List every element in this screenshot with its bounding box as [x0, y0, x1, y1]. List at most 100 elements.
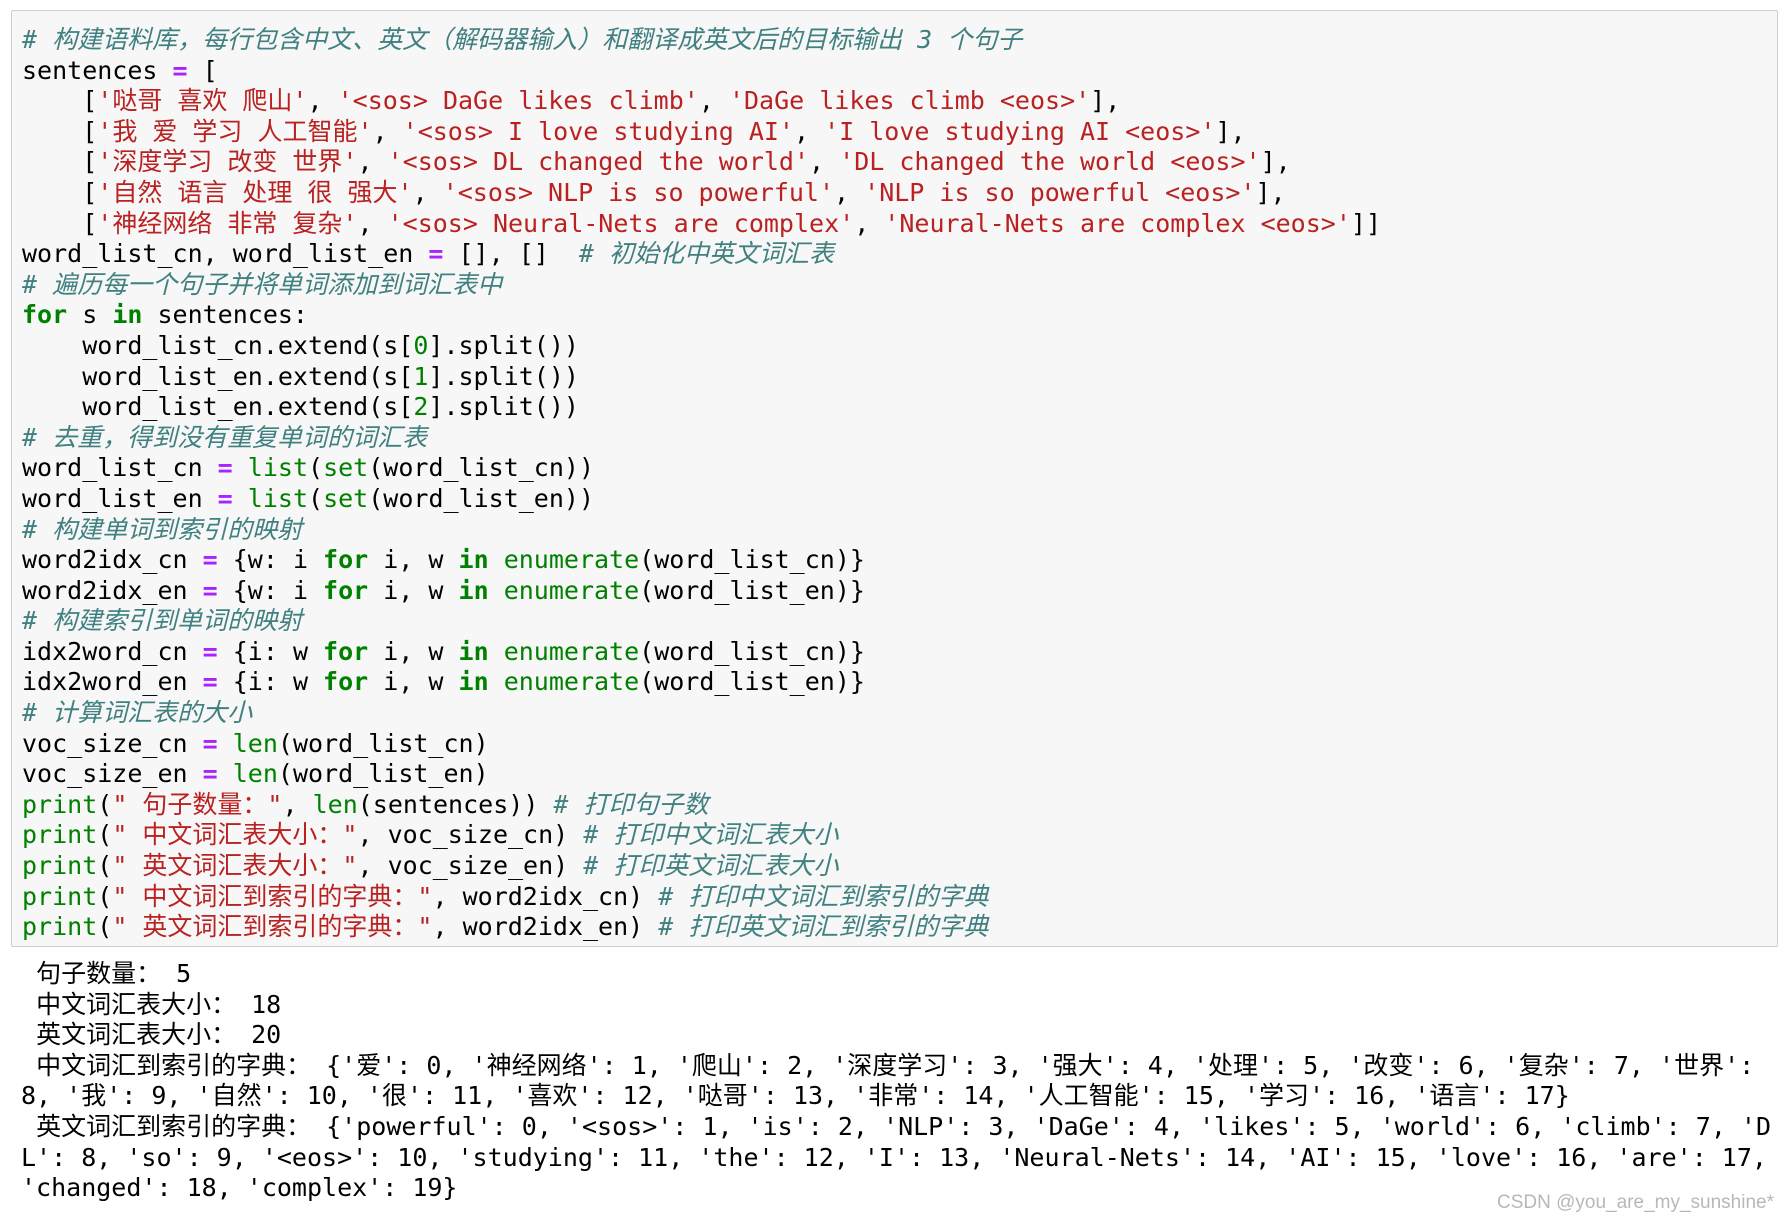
code-token: '自然 语言 处理 很 强大': [97, 177, 413, 207]
code-token: [: [22, 177, 98, 207]
code-line: print(" 中文词汇到索引的字典：", word2idx_cn) # 打印中…: [22, 882, 1381, 913]
code-line: word_list_cn, word_list_en = [], [] # 初始…: [22, 239, 1381, 270]
code-token: '深度学习 改变 世界': [97, 147, 358, 177]
code-token: (word_list_en)): [368, 483, 595, 513]
code-token: ],: [1260, 147, 1291, 177]
code-token: , voc_size_en): [357, 851, 584, 881]
code-token: 'DL changed the world <eos>': [839, 147, 1261, 177]
code-token: word_list_cn: [22, 453, 218, 483]
code-token: in: [458, 667, 489, 697]
code-token: ].split()): [428, 330, 579, 360]
code-line: word_list_cn = list(set(word_list_cn)): [22, 453, 1381, 484]
code-token: =: [202, 545, 218, 575]
code-token: [: [22, 208, 98, 238]
code-token: ,: [698, 86, 729, 116]
code-line: print(" 英文词汇表大小：", voc_size_en) # 打印英文词汇…: [22, 851, 1381, 882]
code-token: for: [22, 300, 68, 330]
code-token: , word2idx_cn): [432, 881, 659, 911]
code-token: ,: [809, 147, 840, 177]
code-token: ].split()): [428, 392, 579, 422]
code-token: ,: [372, 116, 403, 146]
code-token: len: [312, 789, 358, 819]
code-cell[interactable]: # 构建语料库，每行包含中文、英文（解码器输入）和翻译成英文后的目标输出 3 个…: [11, 10, 1778, 947]
code-token: {w: i: [217, 575, 324, 605]
code-token: for: [323, 636, 369, 666]
code-token: i, w: [368, 575, 459, 605]
code-token: {i: w: [217, 667, 324, 697]
code-token: ],: [1255, 177, 1286, 207]
code-token: =: [172, 55, 188, 85]
code-line: ['我 爱 学习 人工智能', '<sos> I love studying A…: [22, 117, 1381, 148]
code-token: 0: [413, 330, 429, 360]
code-token: in: [458, 575, 489, 605]
code-token: (: [97, 820, 113, 850]
code-token: # 打印英文词汇表大小: [583, 851, 839, 881]
code-token: '我 爱 学习 人工智能': [97, 116, 373, 146]
code-line: word_list_en.extend(s[1].split()): [22, 362, 1381, 393]
code-token: # 打印中文词汇到索引的字典: [658, 881, 989, 911]
code-token: i, w: [368, 545, 459, 575]
code-token: {w: i: [217, 545, 324, 575]
output-line: 英文词汇到索引的字典： {'powerful': 0, '<sos>': 1, …: [21, 1111, 1783, 1203]
code-token: word_list_en.extend(s[: [22, 392, 414, 422]
code-token: (sentences)): [357, 789, 554, 819]
code-token: ,: [357, 208, 388, 238]
code-token: '<sos> Neural-Nets are complex': [387, 208, 855, 238]
code-token: [], []: [443, 239, 579, 269]
code-token: idx2word_cn: [22, 636, 203, 666]
code-token: # 遍历每一个句子并将单词添加到词汇表中: [22, 269, 503, 299]
code-token: " 英文词汇表大小：": [112, 851, 358, 881]
code-line: word2idx_cn = {w: i for i, w in enumerat…: [22, 545, 1381, 576]
code-token: =: [202, 575, 218, 605]
code-token: 'NLP is so powerful <eos>': [864, 177, 1256, 207]
code-token: set: [323, 453, 369, 483]
code-token: '神经网络 非常 复杂': [97, 208, 358, 238]
code-token: '<sos> DaGe likes climb': [337, 86, 699, 116]
code-token: enumerate: [503, 667, 640, 697]
code-token: word2idx_cn: [22, 545, 203, 575]
code-token: print: [22, 789, 98, 819]
code-line: print(" 中文词汇表大小：", voc_size_cn) # 打印中文词汇…: [22, 820, 1381, 851]
code-token: '<sos> I love studying AI': [402, 116, 794, 146]
code-token: enumerate: [503, 636, 640, 666]
code-token: =: [202, 728, 218, 758]
code-line: voc_size_en = len(word_list_en): [22, 759, 1381, 790]
code-token: (word_list_cn): [277, 728, 489, 758]
code-token: (: [308, 483, 324, 513]
code-token: in: [458, 636, 489, 666]
code-token: word2idx_en: [22, 575, 203, 605]
code-token: [: [187, 55, 218, 85]
code-token: i, w: [368, 667, 459, 697]
code-editor[interactable]: # 构建语料库，每行包含中文、英文（解码器输入）和翻译成英文后的目标输出 3 个…: [22, 25, 1381, 943]
code-token: ,: [834, 177, 865, 207]
code-token: 1: [413, 361, 429, 391]
code-token: =: [428, 239, 444, 269]
code-token: # 打印中文词汇表大小: [583, 820, 839, 850]
code-line: word_list_cn.extend(s[0].split()): [22, 331, 1381, 362]
code-line: voc_size_cn = len(word_list_cn): [22, 729, 1381, 760]
code-token: " 中文词汇到索引的字典：": [112, 881, 433, 911]
code-token: list: [247, 483, 309, 513]
cell-output: 句子数量： 5 中文词汇表大小： 18 英文词汇表大小： 20 中文词汇到索引的…: [21, 959, 1773, 1204]
code-token: enumerate: [503, 575, 640, 605]
code-token: sentences: [22, 55, 173, 85]
code-token: len: [232, 728, 278, 758]
code-token: '<sos> NLP is so powerful': [442, 177, 835, 207]
code-token: for: [323, 545, 369, 575]
output-line: 英文词汇表大小： 20: [21, 1020, 282, 1050]
code-token: =: [202, 636, 218, 666]
code-token: " 中文词汇表大小：": [112, 820, 358, 850]
code-token: ],: [1090, 86, 1121, 116]
code-token: # 构建单词到索引的映射: [22, 514, 303, 544]
code-token: s: [67, 300, 113, 330]
code-token: {i: w: [217, 636, 324, 666]
code-token: [: [22, 147, 98, 177]
code-line: # 构建索引到单词的映射: [22, 606, 1381, 637]
code-token: [: [22, 86, 98, 116]
code-line: print(" 英文词汇到索引的字典：", word2idx_en) # 打印英…: [22, 912, 1381, 943]
code-token: 'Neural-Nets are complex <eos>': [884, 208, 1351, 238]
